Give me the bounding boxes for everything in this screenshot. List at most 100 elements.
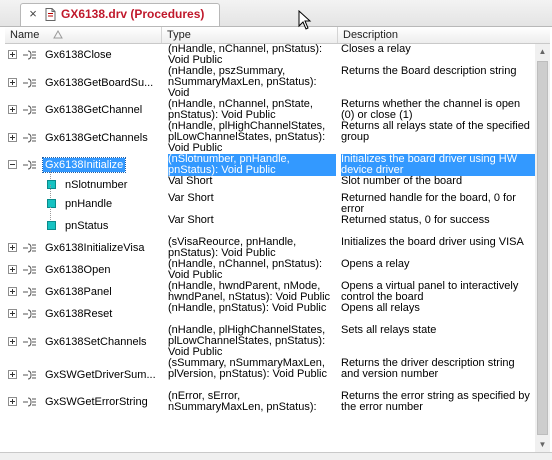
procedure-row[interactable]: Gx6138SetChannels (nHandle, plHighChannel… [5, 325, 535, 358]
expand-icon[interactable] [8, 105, 17, 114]
type-cell: (nHandle, plHighChannelStates, plLowChan… [168, 325, 326, 358]
parameter-name: pnStatus [65, 220, 109, 232]
expand-icon[interactable] [8, 133, 17, 142]
description-cell: Initializes the board driver using VISA [341, 237, 524, 248]
type-cell: (nError, sError, nSummaryMaxLen, pnStatu… [168, 391, 317, 413]
expand-icon[interactable] [8, 265, 17, 274]
close-icon[interactable]: × [27, 7, 39, 21]
procedure-row[interactable]: Gx6138InitializeVisa (sVisaReource, pnHan… [5, 237, 535, 259]
procedure-name: Gx6138Panel [45, 286, 112, 298]
description-cell: Opens all relays [341, 303, 420, 314]
procedure-row[interactable]: GxSWGetDriverSum... (sSummary, nSummaryMa… [5, 358, 535, 391]
description-cell: Opens a virtual panel to interactively c… [341, 281, 519, 303]
procedure-row[interactable]: GxSWGetErrorString (nError, sError, nSumm… [5, 391, 535, 413]
expand-icon[interactable] [8, 243, 17, 252]
column-description-label: Description [343, 29, 399, 41]
expand-icon[interactable] [8, 337, 17, 346]
parameter-icon [47, 221, 56, 230]
procedure-row[interactable]: Gx6138Reset (nHandle, pnStatus): Void Pub… [5, 303, 535, 325]
method-icon [23, 133, 36, 143]
description-cell: Returns all relays state of the specifie… [341, 121, 530, 143]
procedure-name: Gx6138SetChannels [45, 336, 147, 348]
procedure-name: GxSWGetDriverSum... [45, 369, 156, 381]
type-cell: Var Short [168, 215, 214, 226]
column-name-label: Name [10, 29, 40, 41]
expand-icon[interactable] [8, 309, 17, 318]
procedure-row[interactable]: Gx6138Initialize (nSlotnumber, pnHandle, … [5, 154, 535, 176]
parameter-icon [47, 199, 56, 208]
procedure-row[interactable]: Gx6138Open (nHandle, nChannel, pnStatus):… [5, 259, 535, 281]
type-cell: (nHandle, plHighChannelStates, plLowChan… [168, 121, 326, 154]
type-cell: (sSummary, nSummaryMaxLen, plVersion, pn… [168, 358, 327, 380]
scroll-up-icon[interactable]: ▲ [535, 44, 550, 59]
method-icon [23, 105, 36, 115]
parameter-name: nSlotnumber [65, 179, 128, 191]
description-cell: Initializes the board driver using HW de… [341, 154, 535, 176]
parameter-row[interactable]: nSlotnumber Val Short Slot number of the b… [5, 168, 535, 193]
description-cell: Returns the Board description string [341, 66, 517, 77]
type-cell: (nHandle, pszSummary, nSummaryMaxLen, pn… [168, 66, 317, 99]
description-cell: Returns whether the channel is open (0) … [341, 99, 521, 121]
procedure-row[interactable]: Gx6138GetChannel (nHandle, nChannel, pnSt… [5, 99, 535, 121]
type-cell: (nHandle, nChannel, pnStatus): Void Publ… [168, 259, 323, 281]
parameter-name: pnHandle [65, 198, 113, 210]
type-cell: (nHandle, hwndParent, nMode, hwndPanel, … [168, 281, 331, 303]
scroll-down-icon[interactable]: ▼ [535, 437, 550, 452]
procedure-name: Gx6138Initialize [41, 157, 127, 173]
expand-icon[interactable] [8, 370, 17, 379]
method-icon [23, 370, 36, 380]
procedure-row[interactable]: Gx6138Panel (nHandle, hwndParent, nMode, … [5, 281, 535, 303]
procedure-row[interactable]: Gx6138GetChannels (nHandle, plHighChannel… [5, 121, 535, 154]
procedure-name: Gx6138Open [45, 264, 111, 276]
procedure-name: Gx6138GetChannels [45, 132, 148, 144]
type-cell: Var Short [168, 193, 214, 204]
tab-procedures[interactable]: × GX6138.drv (Procedures) [20, 3, 220, 26]
procedure-list: Gx6138Close (nHandle, nChannel, pnStatus)… [5, 44, 535, 452]
description-cell: Closes a relay [341, 44, 411, 55]
description-cell: Slot number of the board [341, 176, 463, 187]
method-icon [23, 337, 36, 347]
type-cell: (nHandle, nChannel, pnState, pnStatus): … [168, 99, 313, 121]
description-cell: Opens a relay [341, 259, 410, 270]
description-cell: Returned status, 0 for success [341, 215, 490, 226]
procedure-name: Gx6138Close [45, 49, 112, 61]
document-icon [45, 8, 56, 21]
expand-icon[interactable] [8, 397, 17, 406]
column-header: Name Type Description [5, 27, 550, 44]
method-icon [23, 160, 36, 170]
procedure-name: Gx6138GetChannel [45, 104, 143, 116]
parameter-row[interactable]: pnStatus Var Short Returned status, 0 for … [5, 207, 535, 237]
method-icon [23, 243, 36, 253]
expand-icon[interactable] [8, 50, 17, 59]
procedure-row[interactable]: Gx6138GetBoardSu... (nHandle, pszSummary,… [5, 66, 535, 99]
type-cell: Val Short [168, 176, 213, 187]
parameter-icon [47, 180, 56, 189]
procedure-name: GxSWGetErrorString [45, 396, 148, 408]
vertical-scrollbar[interactable]: ▲ ▼ [535, 44, 550, 452]
description-cell: Returns the driver description string an… [341, 358, 515, 380]
type-cell: (nHandle, nChannel, pnStatus): Void Publ… [168, 44, 323, 66]
type-cell: (nHandle, pnStatus): Void Public [168, 303, 327, 314]
method-icon [23, 78, 36, 88]
expand-icon[interactable] [8, 78, 17, 87]
description-cell: Returned handle for the board, 0 for err… [341, 193, 516, 215]
column-type-label: Type [167, 29, 191, 41]
sort-ascending-icon [53, 30, 63, 39]
description-cell: Sets all relays state [341, 325, 437, 336]
procedure-name: Gx6138InitializeVisa [45, 242, 145, 254]
expand-icon[interactable] [8, 287, 17, 296]
column-description-header[interactable]: Description [338, 27, 550, 43]
mouse-cursor-icon [298, 10, 312, 30]
method-icon [23, 397, 36, 407]
column-name-header[interactable]: Name [5, 27, 162, 43]
collapse-icon[interactable] [8, 160, 17, 169]
method-icon [23, 265, 36, 275]
procedure-row[interactable]: Gx6138Close (nHandle, nChannel, pnStatus)… [5, 44, 535, 66]
type-cell: (sVisaReource, pnHandle, pnStatus): Void… [168, 237, 297, 259]
procedure-name: Gx6138Reset [45, 308, 113, 320]
parameter-row[interactable]: pnHandle Var Short Returned handle for the… [5, 185, 535, 215]
description-cell: Returns the error string as specified by… [341, 391, 530, 413]
tab-title: GX6138.drv (Procedures) [61, 7, 205, 21]
scrollbar-thumb[interactable] [537, 61, 548, 435]
type-cell: (nSlotnumber, pnHandle, pnStatus): Void … [168, 154, 336, 176]
